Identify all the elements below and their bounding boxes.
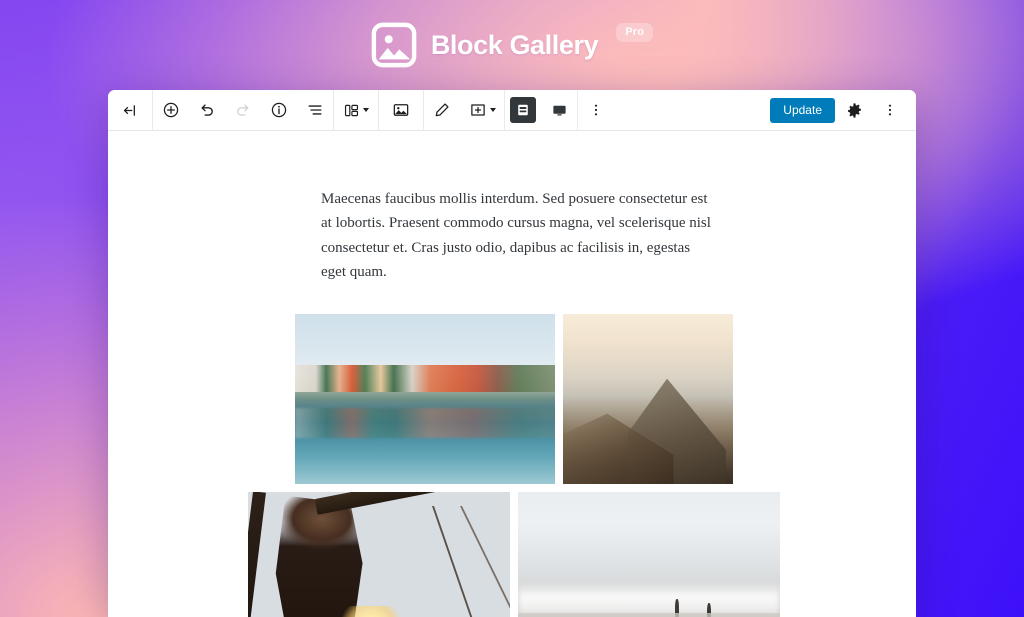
editor-window: Update Maecenas faucibus mollis interdum… — [108, 90, 916, 617]
toolbar-group-navigation — [108, 90, 152, 131]
vertical-dots-icon — [588, 102, 604, 118]
settings-button[interactable] — [837, 90, 871, 131]
toolbar-group-block-options — [578, 90, 614, 131]
image-gallery-icon — [371, 22, 417, 68]
block-type-gallery-button[interactable] — [334, 90, 378, 131]
sun-glow — [337, 606, 406, 617]
back-to-dashboard-button[interactable] — [108, 90, 152, 131]
runner-figure — [675, 599, 680, 617]
swing-chains — [363, 505, 510, 617]
add-block-button[interactable] — [153, 90, 189, 131]
page-header: Block Gallery Pro — [0, 0, 1024, 90]
image-block-button[interactable] — [379, 90, 423, 131]
stacked-view-icon — [510, 97, 536, 123]
list-view-button[interactable] — [297, 90, 333, 131]
editor-toolbar: Update — [108, 90, 916, 131]
more-options-button[interactable] — [873, 90, 907, 131]
gallery-block-icon — [343, 102, 360, 119]
undo-button[interactable] — [189, 90, 225, 131]
vertical-dots-icon — [882, 102, 898, 118]
editor-canvas[interactable]: Maecenas faucibus mollis interdum. Sed p… — [108, 131, 916, 617]
gallery-row-2 — [248, 492, 780, 617]
gallery-image-beach-wave[interactable] — [518, 492, 780, 617]
swing-post — [248, 492, 267, 617]
gallery-image-city-waterfront[interactable] — [295, 314, 555, 484]
toolbar-group-image — [379, 90, 423, 131]
arrow-left-exit-icon — [122, 102, 139, 119]
paragraph-block[interactable]: Maecenas faucibus mollis interdum. Sed p… — [321, 187, 713, 285]
image-icon — [392, 101, 410, 119]
update-button[interactable]: Update — [770, 97, 835, 123]
desktop-monitor-icon — [551, 102, 568, 119]
gear-icon — [846, 102, 863, 119]
add-image-icon — [469, 101, 487, 119]
toolbar-group-media-tools — [424, 90, 504, 131]
desktop-preview-button[interactable] — [541, 90, 577, 131]
photo-swing-sunset — [248, 492, 510, 617]
toolbar-group-view-mode — [505, 90, 577, 131]
runner-figure — [706, 602, 711, 617]
pencil-icon — [433, 101, 451, 119]
undo-arrow-icon — [198, 101, 216, 119]
chevron-down-icon — [363, 108, 369, 112]
gallery-image-swing-sunset[interactable] — [248, 492, 510, 617]
edit-pencil-button[interactable] — [424, 90, 460, 131]
plus-circle-icon — [162, 101, 180, 119]
redo-arrow-icon — [234, 101, 252, 119]
pro-badge: Pro — [616, 23, 654, 42]
add-media-button[interactable] — [460, 90, 504, 131]
list-view-icon — [306, 101, 324, 119]
content-info-button[interactable] — [261, 90, 297, 131]
toolbar-group-editing — [153, 90, 333, 131]
toolbar-group-publish: Update — [770, 90, 916, 131]
redo-button[interactable] — [225, 90, 261, 131]
stacked-layout-button[interactable] — [505, 90, 541, 131]
photo-city-waterfront — [295, 314, 555, 484]
page-title: Block Gallery — [430, 29, 599, 60]
photo-misty-mountains — [563, 314, 733, 484]
photo-beach-wave — [518, 492, 780, 617]
info-circle-icon — [270, 101, 288, 119]
gallery-image-misty-mountains[interactable] — [563, 314, 733, 484]
toolbar-group-block-type — [334, 90, 378, 131]
chevron-down-icon — [489, 108, 496, 112]
gallery-row-1 — [295, 314, 733, 484]
block-options-button[interactable] — [578, 90, 614, 131]
